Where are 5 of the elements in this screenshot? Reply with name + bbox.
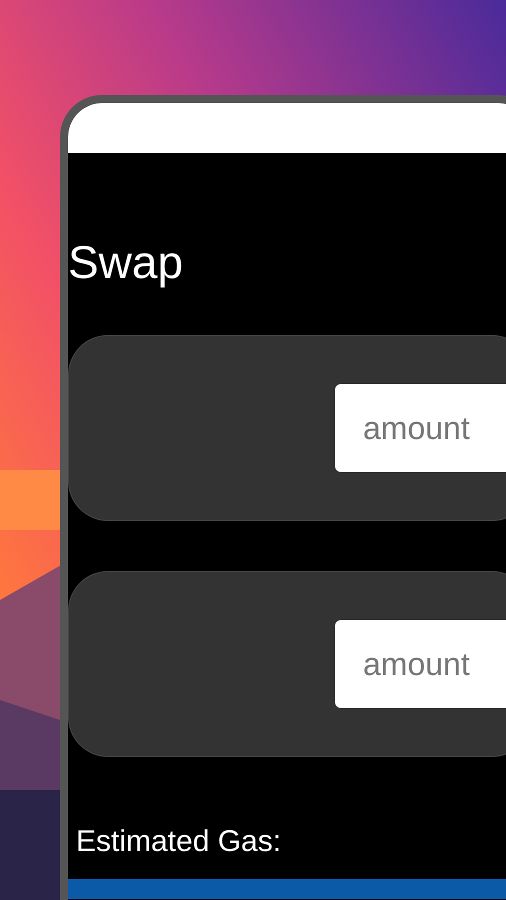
amount-field[interactable]: amount	[335, 384, 506, 472]
amount-field[interactable]: amount	[335, 620, 506, 708]
screen-title: Swap	[68, 239, 184, 285]
action-button[interactable]	[68, 879, 506, 899]
gas-label: Estimated Gas:	[76, 827, 282, 857]
